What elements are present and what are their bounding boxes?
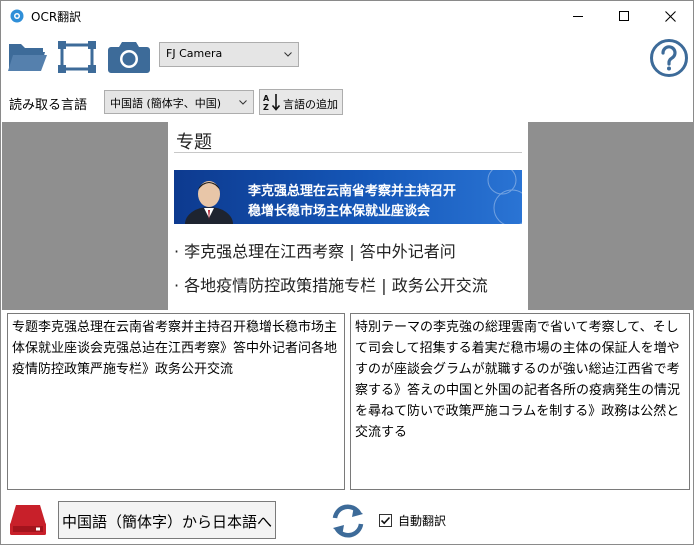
app-window: OCR翻訳 FJ Camera 読み取る言語 中国語 (簡体字、中国) A Z … — [0, 0, 694, 545]
minimize-icon — [573, 16, 583, 17]
chevron-down-icon — [284, 52, 292, 57]
camera-icon[interactable] — [108, 38, 150, 74]
ocr-text-area[interactable]: 专题李克强总理在云南省考察并主持召开稳增长稳市场主体保就业座谈会克强总迠在江西考… — [7, 313, 345, 490]
add-language-button[interactable]: A Z 言語の追加 — [259, 89, 343, 115]
sort-az-icon: A Z — [263, 94, 281, 111]
decorative-pattern-icon — [487, 170, 522, 224]
captured-banner-line1: 李克强总理在云南省考察并主持召开 — [248, 184, 457, 199]
refresh-icon[interactable] — [329, 503, 367, 539]
captured-image: 专题 李克强总理在云南省考察并主持召开 稳增长稳市场主体保就业座谈会 · 李克强… — [168, 122, 528, 310]
help-icon[interactable] — [649, 38, 689, 78]
title-bar: OCR翻訳 — [1, 1, 693, 31]
auto-translate-label: 自動翻訳 — [398, 514, 447, 528]
window-title: OCR翻訳 — [31, 10, 82, 24]
auto-translate-checkbox[interactable] — [379, 514, 392, 527]
camera-select[interactable]: FJ Camera — [159, 42, 299, 67]
app-icon — [10, 9, 24, 23]
close-icon — [664, 10, 676, 22]
checkmark-icon — [380, 516, 391, 525]
select-region-icon[interactable] — [57, 40, 97, 74]
translated-text-area[interactable]: 特別テーマの李克強の総理雲南で省いて考察して、そして司会して招集する着実だ稳市場… — [350, 313, 690, 490]
captured-title: 专题 — [176, 132, 212, 153]
chevron-down-icon — [239, 100, 247, 105]
captured-item-2: · 各地疫情防控政策措施专栏 | 政务公开交流 — [174, 276, 488, 295]
read-language-value: 中国語 (簡体字、中国) — [110, 97, 222, 110]
save-drive-icon[interactable] — [9, 503, 47, 537]
capture-preview[interactable]: 专题 李克强总理在云南省考察并主持召开 稳增长稳市场主体保就业座谈会 · 李克强… — [2, 122, 694, 310]
close-button[interactable] — [647, 1, 693, 31]
camera-select-value: FJ Camera — [166, 47, 223, 60]
person-photo-icon — [185, 181, 233, 224]
add-language-label: 言語の追加 — [283, 98, 338, 111]
maximize-button[interactable] — [601, 1, 647, 31]
svg-text:A: A — [263, 94, 270, 103]
captured-banner-line2: 稳增长稳市场主体保就业座谈会 — [248, 204, 431, 219]
read-language-label: 読み取る言語 — [9, 98, 88, 113]
minimize-button[interactable] — [555, 1, 601, 31]
maximize-icon — [619, 11, 629, 21]
open-folder-icon[interactable] — [7, 39, 47, 73]
svg-text:Z: Z — [263, 103, 269, 111]
read-language-select[interactable]: 中国語 (簡体字、中国) — [104, 90, 254, 114]
translation-direction-button[interactable]: 中国語（簡体字）から日本語へ — [58, 501, 276, 539]
captured-banner: 李克强总理在云南省考察并主持召开 稳增长稳市场主体保就业座谈会 — [174, 170, 522, 224]
captured-divider — [174, 152, 522, 153]
captured-item-1: · 李克强总理在江西考察 | 答中外记者问 — [174, 242, 456, 261]
